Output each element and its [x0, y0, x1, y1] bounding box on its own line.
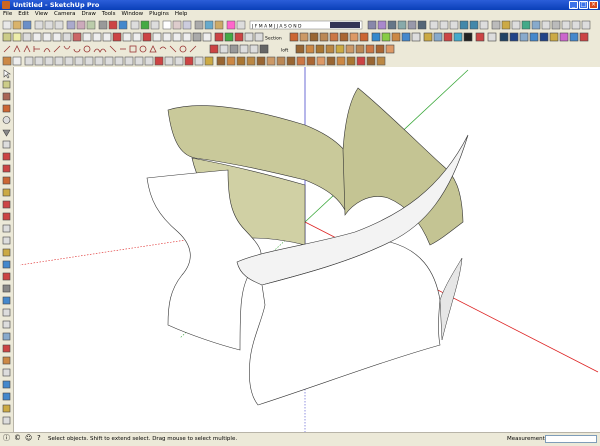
left-toolbar-icons[interactable] — [0, 67, 13, 432]
status-bar: ⓘ © ☺ ? Select objects. Shift to extend … — [0, 432, 600, 446]
status-message: Select objects. Shift to extend select. … — [48, 436, 238, 442]
sketchup-logo-icon — [2, 1, 10, 9]
menu-help[interactable]: Help — [172, 10, 191, 19]
maximize-button[interactable]: □ — [579, 1, 588, 9]
close-button[interactable]: × — [589, 1, 598, 9]
user-icon[interactable]: ☺ — [25, 433, 32, 444]
svg-text:J F M A M J J A S O N D: J F M A M J J A S O N D — [251, 24, 302, 30]
front-surface-shadow — [439, 257, 463, 341]
title-bar: Untitled - SketchUp Pro _ □ × — [0, 0, 600, 10]
menu-view[interactable]: View — [32, 10, 51, 19]
menu-window[interactable]: Window — [118, 10, 146, 19]
minimize-button[interactable]: _ — [569, 1, 578, 9]
credits-icon[interactable]: © — [14, 433, 21, 444]
toolbar-row-3-icons[interactable]: loft — [0, 43, 600, 55]
measurements-label: Measurements — [507, 436, 548, 442]
geo-location-icon[interactable]: ⓘ — [3, 433, 10, 444]
menu-edit[interactable]: Edit — [15, 10, 32, 19]
window-controls: _ □ × — [569, 1, 598, 9]
section-label: Section — [265, 36, 282, 42]
menu-bar: File Edit View Camera Draw Tools Window … — [0, 10, 600, 19]
measurements-field[interactable] — [545, 435, 597, 443]
model-canvas[interactable] — [14, 67, 600, 432]
menu-draw[interactable]: Draw — [79, 10, 99, 19]
toolbar-row-2-icons[interactable]: Section — [0, 31, 600, 43]
drawing-viewport[interactable] — [14, 67, 600, 432]
loft-label: loft — [281, 48, 289, 54]
menu-camera[interactable]: Camera — [51, 10, 79, 19]
help-icon[interactable]: ? — [37, 433, 41, 444]
menu-plugins[interactable]: Plugins — [146, 10, 172, 19]
toolbar-row-1-icons[interactable]: J F M A M J J A S O N D — [0, 19, 600, 31]
menu-tools[interactable]: Tools — [99, 10, 119, 19]
toolbar-row-4-icons[interactable] — [0, 55, 600, 67]
window-title: Untitled - SketchUp Pro — [13, 1, 100, 9]
menu-file[interactable]: File — [0, 10, 15, 19]
left-toolbar — [0, 67, 14, 432]
